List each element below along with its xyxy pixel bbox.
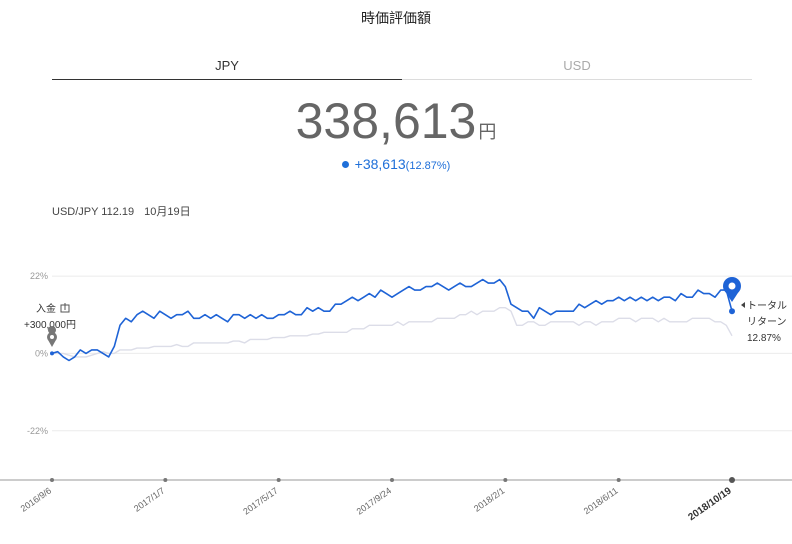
x-tick-label: 2017/9/24 [355,485,394,516]
x-tick-label: 2017/5/17 [241,485,280,516]
x-tick-dot [616,478,621,482]
series-start-point [50,351,54,356]
x-tick-dot [390,478,394,482]
series-end-point [729,308,735,315]
deposit-label: 入金 [36,302,56,315]
pointer-triangle-icon [741,302,745,308]
x-tick-dot [50,478,54,482]
x-tick-dot [729,477,735,483]
x-tick-dot [276,478,281,482]
benchmark-series-line [52,307,733,358]
deposit-pin-icon [47,326,57,347]
x-tick-dot [163,478,168,482]
chart-grid: 22% 0% -22% [0,271,792,481]
y-tick-label: -22% [27,426,48,436]
total-return-value: 12.87% [747,333,781,344]
total_return-series-line [51,278,733,362]
deposit-icon [60,303,70,313]
current-location-pin-icon [723,277,741,302]
x-tick-label: 2018/2/1 [472,485,506,513]
y-tick-label: 22% [30,271,48,281]
x-tick-dot [503,478,508,482]
y-tick-label: 0% [35,348,48,358]
chart-x-axis: 2016/9/6 2017/1/7 2017/5/17 2017/9/24 2018/2… [19,477,735,523]
x-tick-label: 2018/6/11 [582,485,620,516]
x-tick-label: 2017/1/7 [132,485,166,513]
x-tick-label: 2018/10/19 [686,485,734,523]
return-chart: 22% 0% -22% 2016/9/6 2017/1/7 2017/5/17 2017/… [0,271,792,523]
total-return-label-1: トータル [747,300,787,312]
x-tick-label: 2016/9/6 [19,485,53,513]
total-return-label-2: リターン [747,316,787,328]
chart-series [50,278,735,362]
